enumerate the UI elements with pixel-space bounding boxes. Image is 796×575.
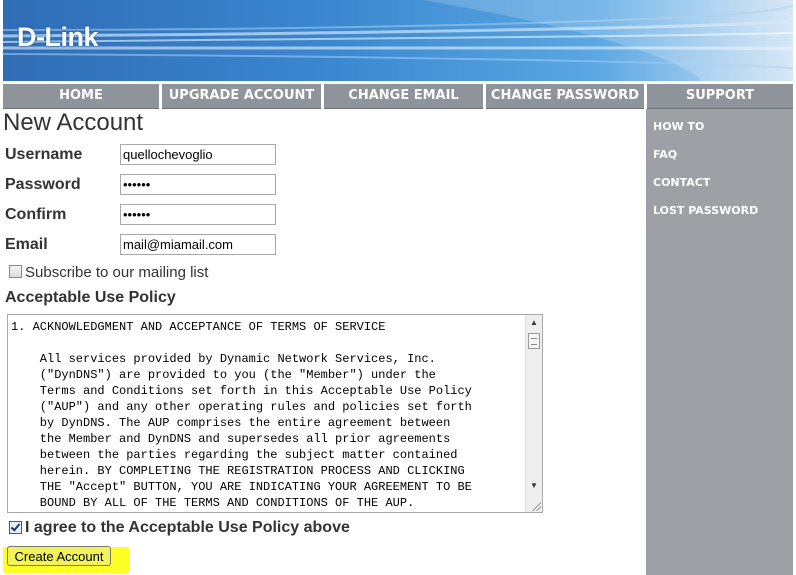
scroll-thumb[interactable] (528, 333, 540, 349)
dlink-logo[interactable]: D-Link (17, 22, 99, 53)
aup-scrollbar[interactable]: ▲ ▼ (525, 315, 542, 512)
support-sidebar: HOW TO FAQ CONTACT LOST PASSWORD (646, 109, 793, 575)
nav-home[interactable]: HOME (3, 84, 159, 109)
nav-change-password[interactable]: CHANGE PASSWORD (486, 84, 644, 109)
page-title: New Account (3, 109, 144, 136)
confirm-password-input[interactable]: •••••• (120, 204, 276, 225)
create-account-button[interactable]: Create Account (7, 546, 111, 566)
sidebar-link-lost-password[interactable]: LOST PASSWORD (653, 204, 758, 217)
confirm-label: Confirm (5, 206, 67, 223)
email-input[interactable]: mail@miamail.com (120, 234, 276, 255)
aup-heading: Acceptable Use Policy (5, 289, 176, 306)
agree-label: I agree to the Acceptable Use Policy abo… (25, 519, 350, 536)
header-banner: D-Link (3, 0, 793, 81)
triangle-up-icon[interactable]: ▲ (526, 315, 542, 331)
aup-text: 1. ACKNOWLEDGMENT AND ACCEPTANCE OF TERM… (11, 320, 472, 510)
subscribe-label: Subscribe to our mailing list (25, 264, 209, 281)
nav-change-email[interactable]: CHANGE EMAIL (324, 84, 483, 109)
triangle-down-icon[interactable]: ▼ (526, 478, 542, 494)
sidebar-link-contact[interactable]: CONTACT (653, 176, 710, 189)
username-input[interactable]: quellochevoglio (120, 144, 276, 165)
password-label: Password (5, 176, 81, 193)
password-input[interactable]: •••••• (120, 174, 276, 195)
aup-textarea[interactable]: 1. ACKNOWLEDGMENT AND ACCEPTANCE OF TERM… (7, 314, 543, 513)
resize-grip-icon[interactable] (531, 501, 541, 511)
sidebar-link-how-to[interactable]: HOW TO (653, 120, 704, 133)
sidebar-link-faq[interactable]: FAQ (653, 148, 677, 161)
agree-checkbox[interactable] (9, 521, 22, 534)
nav-support[interactable]: SUPPORT (647, 84, 793, 109)
banner-streaks-graphic (3, 0, 793, 81)
subscribe-checkbox[interactable] (9, 265, 22, 278)
username-label: Username (5, 146, 83, 163)
nav-upgrade-account[interactable]: UPGRADE ACCOUNT (162, 84, 321, 109)
email-label: Email (5, 236, 48, 253)
